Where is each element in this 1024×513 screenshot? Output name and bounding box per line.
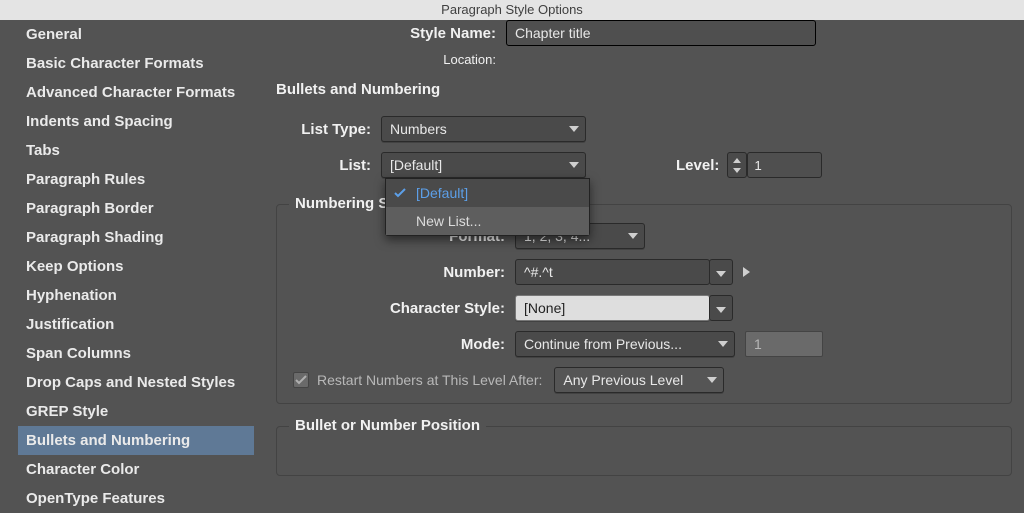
char-style-label: Character Style:	[293, 300, 515, 317]
sidebar-item-paragraph-shading[interactable]: Paragraph Shading	[18, 223, 254, 252]
number-dropdown-button[interactable]	[709, 259, 733, 285]
dialog: General Basic Character Formats Advanced…	[0, 20, 1024, 509]
number-value: ^#.^t	[524, 264, 553, 280]
list-dropdown-item-default[interactable]: [Default]	[386, 179, 589, 207]
sidebar-item-paragraph-rules[interactable]: Paragraph Rules	[18, 165, 254, 194]
char-style-value: [None]	[524, 300, 565, 316]
list-dropdown-item-label: [Default]	[416, 185, 468, 201]
sidebar-item-character-color[interactable]: Character Color	[18, 455, 254, 484]
chevron-down-icon	[569, 162, 579, 168]
chevron-down-icon	[707, 377, 717, 383]
numbering-style-group-title: Numbering St	[289, 195, 399, 212]
sidebar: General Basic Character Formats Advanced…	[18, 20, 254, 509]
chevron-down-icon	[733, 165, 741, 175]
sidebar-item-bullets-numbering[interactable]: Bullets and Numbering	[18, 426, 254, 455]
chevron-down-icon	[569, 126, 579, 132]
level-stepper[interactable]	[727, 152, 747, 178]
bullet-number-position-title: Bullet or Number Position	[289, 417, 486, 434]
sidebar-item-grep-style[interactable]: GREP Style	[18, 397, 254, 426]
list-value: [Default]	[390, 157, 442, 173]
chevron-down-icon	[716, 264, 726, 280]
sidebar-item-advanced-character-formats[interactable]: Advanced Character Formats	[18, 78, 254, 107]
chevron-up-icon	[733, 155, 741, 165]
sidebar-item-basic-character-formats[interactable]: Basic Character Formats	[18, 49, 254, 78]
list-dropdown-item-new-list[interactable]: New List...	[386, 207, 589, 235]
sidebar-item-tabs[interactable]: Tabs	[18, 136, 254, 165]
mode-value: Continue from Previous...	[524, 336, 682, 352]
level-label: Level:	[676, 157, 719, 174]
check-icon	[295, 374, 307, 386]
number-label: Number:	[293, 264, 515, 281]
restart-level-select[interactable]: Any Previous Level	[554, 367, 724, 393]
window-title: Paragraph Style Options	[0, 0, 1024, 20]
list-dropdown: [Default] New List...	[385, 178, 590, 236]
list-type-value: Numbers	[390, 121, 447, 137]
list-label: List:	[276, 157, 381, 174]
flyout-icon[interactable]	[743, 267, 750, 277]
sidebar-item-hyphenation[interactable]: Hyphenation	[18, 281, 254, 310]
list-select[interactable]: [Default]	[381, 152, 586, 178]
sidebar-item-paragraph-border[interactable]: Paragraph Border	[18, 194, 254, 223]
chevron-down-icon	[716, 300, 726, 316]
mode-start-value: 1	[754, 336, 762, 352]
level-input[interactable]	[747, 152, 822, 178]
style-name-input[interactable]	[506, 20, 816, 46]
sidebar-item-general[interactable]: General	[18, 20, 254, 49]
chevron-down-icon	[718, 341, 728, 347]
sidebar-item-drop-caps[interactable]: Drop Caps and Nested Styles	[18, 368, 254, 397]
bullet-number-position-group: Bullet or Number Position	[276, 426, 1012, 476]
list-type-select[interactable]: Numbers	[381, 116, 586, 142]
section-title: Bullets and Numbering	[276, 81, 1012, 98]
check-icon	[394, 186, 406, 202]
restart-label: Restart Numbers at This Level After:	[317, 372, 542, 388]
main-panel: Style Name: Location: Bullets and Number…	[254, 20, 1024, 509]
mode-label: Mode:	[293, 336, 515, 353]
chevron-down-icon	[628, 233, 638, 239]
mode-start-at-input: 1	[745, 331, 823, 357]
restart-checkbox[interactable]	[293, 372, 309, 388]
list-dropdown-item-label: New List...	[416, 213, 481, 229]
restart-level-value: Any Previous Level	[563, 372, 683, 388]
char-style-dropdown-button[interactable]	[709, 295, 733, 321]
sidebar-item-span-columns[interactable]: Span Columns	[18, 339, 254, 368]
number-input[interactable]: ^#.^t	[515, 259, 710, 285]
style-name-label: Style Name:	[276, 25, 506, 42]
list-type-label: List Type:	[276, 121, 381, 138]
mode-select[interactable]: Continue from Previous...	[515, 331, 735, 357]
location-label: Location:	[276, 52, 506, 67]
sidebar-item-keep-options[interactable]: Keep Options	[18, 252, 254, 281]
char-style-field[interactable]: [None]	[515, 295, 710, 321]
sidebar-item-justification[interactable]: Justification	[18, 310, 254, 339]
sidebar-item-indents-spacing[interactable]: Indents and Spacing	[18, 107, 254, 136]
